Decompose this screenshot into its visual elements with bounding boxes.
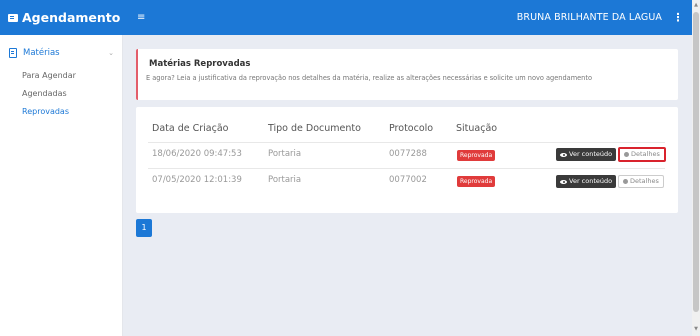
document-icon <box>9 48 17 58</box>
view-content-label: Ver conteúdo <box>569 150 613 158</box>
info-text: E agora? Leia a justificativa da reprova… <box>146 74 592 82</box>
brand-label: Agendamento <box>22 10 121 25</box>
scroll-thumb[interactable] <box>693 12 699 312</box>
column-header-tipo: Tipo de Documento <box>268 123 361 134</box>
chevron-down-icon[interactable]: ⌄ <box>108 49 114 57</box>
view-content-button[interactable]: Ver conteúdo <box>556 148 617 161</box>
cell-date: 18/06/2020 09:47:53 <box>152 149 242 159</box>
column-header-situacao: Situação <box>456 123 498 134</box>
status-badge: Reprovada <box>457 150 496 161</box>
cell-protocol: 0077002 <box>389 175 427 185</box>
details-label: Detalhes <box>630 177 659 185</box>
hamburger-icon[interactable]: ≡ <box>137 12 145 23</box>
more-vertical-icon[interactable]: ⋮ <box>668 11 688 24</box>
eye-icon <box>560 152 567 157</box>
cell-type: Portaria <box>268 175 302 185</box>
top-navbar: Agendamento ≡ BRUNA BRILHANTE DA LAGUA ⋮ <box>0 0 692 35</box>
status-badge: Reprovada <box>457 176 496 187</box>
dot-icon <box>623 179 628 184</box>
brand[interactable]: Agendamento <box>0 0 123 35</box>
details-label: Detalhes <box>631 150 660 158</box>
pagination-page-1[interactable]: 1 <box>136 219 152 237</box>
eye-icon <box>560 179 567 184</box>
dot-icon <box>624 152 629 157</box>
column-header-data: Data de Criação <box>152 123 229 134</box>
divider <box>148 142 665 143</box>
sidebar-item-agendadas[interactable]: Agendadas <box>0 85 122 103</box>
page-title: Matérias Reprovadas <box>149 59 251 69</box>
view-content-label: Ver conteúdo <box>569 177 613 185</box>
user-name[interactable]: BRUNA BRILHANTE DA LAGUA <box>517 12 662 23</box>
sidebar-group-materias[interactable]: Matérias ⌄ <box>0 35 122 58</box>
details-button[interactable]: Detalhes <box>618 147 666 162</box>
sidebar-group-label: Matérias <box>23 48 60 58</box>
cell-type: Portaria <box>268 149 302 159</box>
sidebar-item-reprovadas[interactable]: Reprovadas <box>0 103 122 121</box>
column-header-protocolo: Protocolo <box>389 123 434 134</box>
results-table: Data de Criação Tipo de Documento Protoc… <box>136 107 678 213</box>
cell-date: 07/05/2020 12:01:39 <box>152 175 242 185</box>
cell-protocol: 0077288 <box>389 149 427 159</box>
vertical-scrollbar[interactable]: ▲ ▼ <box>692 0 700 336</box>
info-card: Matérias Reprovadas E agora? Leia a just… <box>136 49 678 100</box>
sidebar: Matérias ⌄ Para Agendar Agendadas Reprov… <box>0 35 123 336</box>
scroll-up-icon[interactable]: ▲ <box>693 2 699 8</box>
divider <box>148 168 665 169</box>
view-content-button[interactable]: Ver conteúdo <box>556 175 617 188</box>
calendar-icon <box>8 13 18 22</box>
sidebar-item-para-agendar[interactable]: Para Agendar <box>0 67 122 85</box>
scroll-down-icon[interactable]: ▼ <box>693 326 699 332</box>
details-button[interactable]: Detalhes <box>618 175 664 188</box>
